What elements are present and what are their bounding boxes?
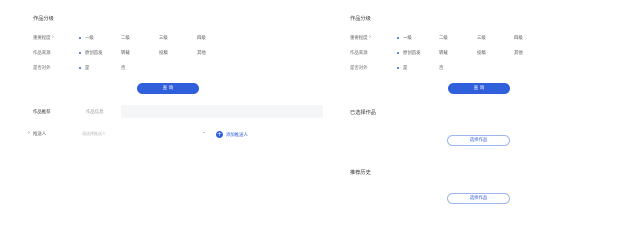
- section-title: 作品分级: [350, 16, 371, 22]
- search-button[interactable]: 查 询: [137, 83, 199, 94]
- radio-selected-icon: [397, 51, 400, 54]
- add-reviewer-link[interactable]: 添加推送人: [226, 132, 248, 138]
- source-option-4[interactable]: 其他: [514, 50, 523, 56]
- level-option-1[interactable]: 一级: [85, 35, 94, 41]
- public-option-no[interactable]: 否: [121, 65, 125, 71]
- reviewer-input[interactable]: 请选择推送人: [82, 131, 106, 137]
- add-icon[interactable]: +: [216, 131, 223, 138]
- level-option-3[interactable]: 三级: [477, 35, 486, 41]
- search-button[interactable]: 查 询: [448, 83, 510, 94]
- search-input[interactable]: [121, 105, 323, 118]
- tab-recommended[interactable]: 作品推荐: [33, 109, 51, 115]
- reviewer-label: 推送人: [33, 132, 47, 137]
- radio-selected-icon: [79, 66, 82, 69]
- public-option-no[interactable]: 否: [439, 65, 443, 71]
- level-label: 重要程度: [350, 36, 368, 41]
- level-option-2[interactable]: 二级: [439, 35, 448, 41]
- chevron-down-icon[interactable]: ›: [52, 34, 54, 40]
- left-panel: 作品分级 重要程度 › 一级 二级 三级 四级 作品来源 原创首发 转载 投稿 …: [0, 0, 328, 248]
- public-label: 是否对外: [33, 66, 51, 71]
- radio-selected-icon: [79, 36, 82, 39]
- source-label: 作品来源: [350, 51, 368, 56]
- source-option-3[interactable]: 投稿: [477, 50, 486, 56]
- level-label: 重要程度: [33, 36, 51, 41]
- public-option-yes[interactable]: 是: [85, 65, 89, 71]
- radio-selected-icon: [397, 66, 400, 69]
- level-option-2[interactable]: 二级: [121, 35, 130, 41]
- source-option-2[interactable]: 转载: [121, 50, 130, 56]
- level-option-1[interactable]: 一级: [403, 35, 412, 41]
- level-option-4[interactable]: 四级: [197, 35, 206, 41]
- source-option-3[interactable]: 投稿: [159, 50, 168, 56]
- chevron-down-icon[interactable]: ⌄: [202, 130, 206, 135]
- select-works-button-2[interactable]: 选择作品: [447, 193, 510, 204]
- level-option-3[interactable]: 三级: [159, 35, 168, 41]
- selected-section-title: 已选择作品: [350, 110, 376, 116]
- source-option-2[interactable]: 转载: [439, 50, 448, 56]
- section-title: 作品分级: [33, 16, 54, 22]
- radio-selected-icon: [79, 51, 82, 54]
- public-label: 是否对外: [350, 66, 368, 71]
- source-label: 作品来源: [33, 51, 51, 56]
- source-option-1[interactable]: 原创首发: [403, 50, 421, 56]
- source-option-4[interactable]: 其他: [197, 50, 206, 56]
- right-panel: 作品分级 重要程度 › 一级 二级 三级 四级 作品来源 原创首发 转载 投稿 …: [340, 0, 640, 248]
- history-section-title: 推荐历史: [350, 170, 371, 176]
- public-option-yes[interactable]: 是: [403, 65, 407, 71]
- expand-arrow-icon[interactable]: ›: [28, 130, 30, 136]
- chevron-down-icon[interactable]: ›: [369, 34, 371, 40]
- source-option-1[interactable]: 原创首发: [85, 50, 103, 56]
- level-option-4[interactable]: 四级: [514, 35, 523, 41]
- select-works-button[interactable]: 选择作品: [447, 135, 510, 146]
- radio-selected-icon: [397, 36, 400, 39]
- tab-other[interactable]: 作品信息: [86, 109, 104, 115]
